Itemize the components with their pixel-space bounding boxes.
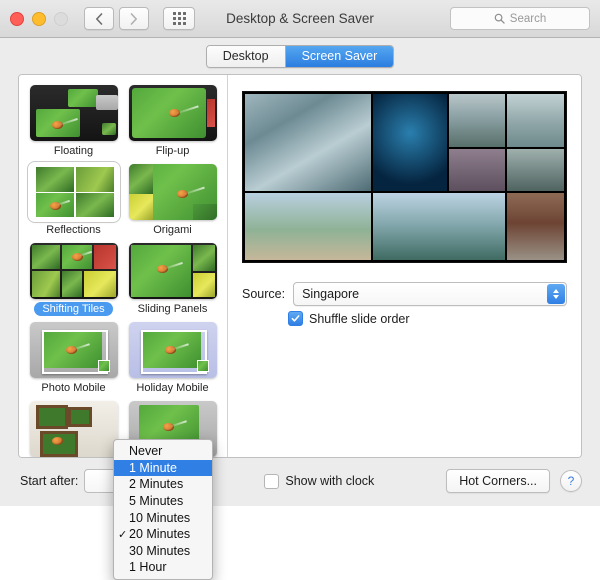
screensaver-thumbnail[interactable]	[129, 85, 217, 141]
preview-photo	[507, 94, 564, 147]
menu-item-label: 1 Hour	[129, 560, 167, 574]
zoom-button[interactable]	[54, 12, 68, 26]
preview-photo	[449, 94, 506, 147]
screensaver-label: Floating	[46, 144, 101, 158]
menu-item-label: 20 Minutes	[129, 527, 190, 541]
search-icon	[494, 13, 505, 24]
menu-item-10-minutes[interactable]: 10 Minutes	[114, 509, 212, 526]
menu-item-label: Never	[129, 444, 162, 458]
screensaver-item-photo-mobile[interactable]: Photo Mobile	[27, 322, 120, 395]
screensaver-thumbnail[interactable]	[129, 322, 217, 378]
hot-corners-button[interactable]: Hot Corners...	[446, 469, 550, 493]
preview-photo	[245, 193, 371, 260]
preview-photo	[507, 149, 564, 191]
system-preferences-window: Desktop & Screen Saver Search Desktop Sc…	[0, 0, 600, 506]
screensaver-item-reflections[interactable]: Reflections	[27, 164, 120, 237]
screensaver-thumbnail[interactable]	[129, 164, 217, 220]
screensaver-item-photo-wall[interactable]: Photo Wall	[27, 401, 120, 457]
bottom-right-buttons: Hot Corners... ?	[446, 469, 582, 493]
show-clock-checkbox[interactable]	[264, 474, 279, 489]
menu-item-label: 30 Minutes	[129, 544, 190, 558]
screensaver-label: Shifting Tiles	[34, 302, 112, 316]
menu-item-20-minutes[interactable]: ✓ 20 Minutes	[114, 526, 212, 543]
show-clock-group[interactable]: Show with clock	[264, 474, 374, 489]
grid-dots-icon	[173, 12, 186, 25]
screensaver-item-origami[interactable]: Origami	[126, 164, 219, 237]
screensaver-preview-pane: Source: Singapore Shuffle slide o	[228, 75, 581, 457]
search-placeholder: Search	[510, 13, 546, 25]
traffic-lights	[10, 12, 68, 26]
checkmark-icon	[291, 314, 300, 323]
window-titlebar: Desktop & Screen Saver Search	[0, 0, 600, 38]
minimize-button[interactable]	[32, 12, 46, 26]
checkmark-icon: ✓	[118, 528, 129, 541]
bottom-controls: Start after: Show with clock Hot Corners…	[18, 466, 582, 496]
close-button[interactable]	[10, 12, 24, 26]
screensaver-item-floating[interactable]: Floating	[27, 85, 120, 158]
menu-item-2-minutes[interactable]: 2 Minutes	[114, 476, 212, 493]
tab-bar: Desktop Screen Saver	[0, 38, 600, 74]
screensaver-item-shifting-tiles[interactable]: Shifting Tiles	[27, 243, 120, 316]
show-all-grid-icon[interactable]	[163, 7, 195, 30]
menu-item-label: 1 Minute	[129, 461, 177, 475]
preview-collage[interactable]	[242, 91, 567, 263]
menu-item-label: 2 Minutes	[129, 477, 183, 491]
screensaver-label: Origami	[145, 223, 200, 237]
screensaver-thumbnail[interactable]	[129, 243, 217, 299]
start-after-menu[interactable]: Never 1 Minute 2 Minutes 5 Minutes 10 Mi…	[113, 439, 213, 580]
screensaver-label: Holiday Mobile	[128, 381, 216, 395]
tab-desktop[interactable]: Desktop	[207, 46, 285, 67]
source-value: Singapore	[294, 287, 359, 301]
screensaver-list[interactable]: Floating Flip-up	[19, 75, 228, 457]
help-button[interactable]: ?	[560, 470, 582, 492]
source-label: Source:	[242, 287, 285, 301]
forward-button[interactable]	[119, 7, 149, 30]
screensaver-label: Flip-up	[148, 144, 198, 158]
menu-item-30-minutes[interactable]: 30 Minutes	[114, 543, 212, 560]
screensaver-label: Photo Mobile	[33, 381, 113, 395]
source-dropdown[interactable]: Singapore	[293, 282, 567, 306]
menu-item-5-minutes[interactable]: 5 Minutes	[114, 493, 212, 510]
preferences-panel: Floating Flip-up	[18, 74, 582, 506]
menu-item-1-minute[interactable]: 1 Minute	[114, 460, 212, 477]
screensaver-item-flip-up[interactable]: Flip-up	[126, 85, 219, 158]
menu-item-1-hour[interactable]: 1 Hour	[114, 559, 212, 576]
screensaver-thumbnail[interactable]	[30, 401, 118, 457]
preview-photo	[449, 149, 506, 191]
chevron-updown-icon[interactable]	[547, 284, 565, 304]
panel-box: Floating Flip-up	[18, 74, 582, 458]
screensaver-thumbnail[interactable]	[30, 322, 118, 378]
screensaver-label: Sliding Panels	[130, 302, 216, 316]
screensaver-item-holiday-mobile[interactable]: Holiday Mobile	[126, 322, 219, 395]
search-field[interactable]: Search	[450, 7, 590, 30]
start-after-label: Start after:	[20, 474, 78, 488]
preview-photo	[373, 193, 506, 260]
navigation-buttons	[84, 7, 149, 30]
tab-screen-saver[interactable]: Screen Saver	[285, 46, 394, 67]
screensaver-item-sliding-panels[interactable]: Sliding Panels	[126, 243, 219, 316]
menu-item-label: 10 Minutes	[129, 511, 190, 525]
shuffle-checkbox[interactable]	[288, 311, 303, 326]
screensaver-label: Reflections	[38, 223, 108, 237]
preview-photo	[507, 193, 564, 260]
back-button[interactable]	[84, 7, 114, 30]
source-row: Source: Singapore	[242, 282, 567, 306]
preview-photo	[373, 94, 447, 191]
screensaver-thumbnail[interactable]	[30, 85, 118, 141]
menu-item-never[interactable]: Never	[114, 443, 212, 460]
preview-photo	[245, 94, 371, 191]
screensaver-thumbnail[interactable]	[30, 164, 118, 220]
screensaver-thumbnail[interactable]	[30, 243, 118, 299]
shuffle-row[interactable]: Shuffle slide order	[288, 311, 410, 326]
show-clock-label: Show with clock	[285, 474, 374, 488]
shuffle-label: Shuffle slide order	[309, 312, 410, 326]
